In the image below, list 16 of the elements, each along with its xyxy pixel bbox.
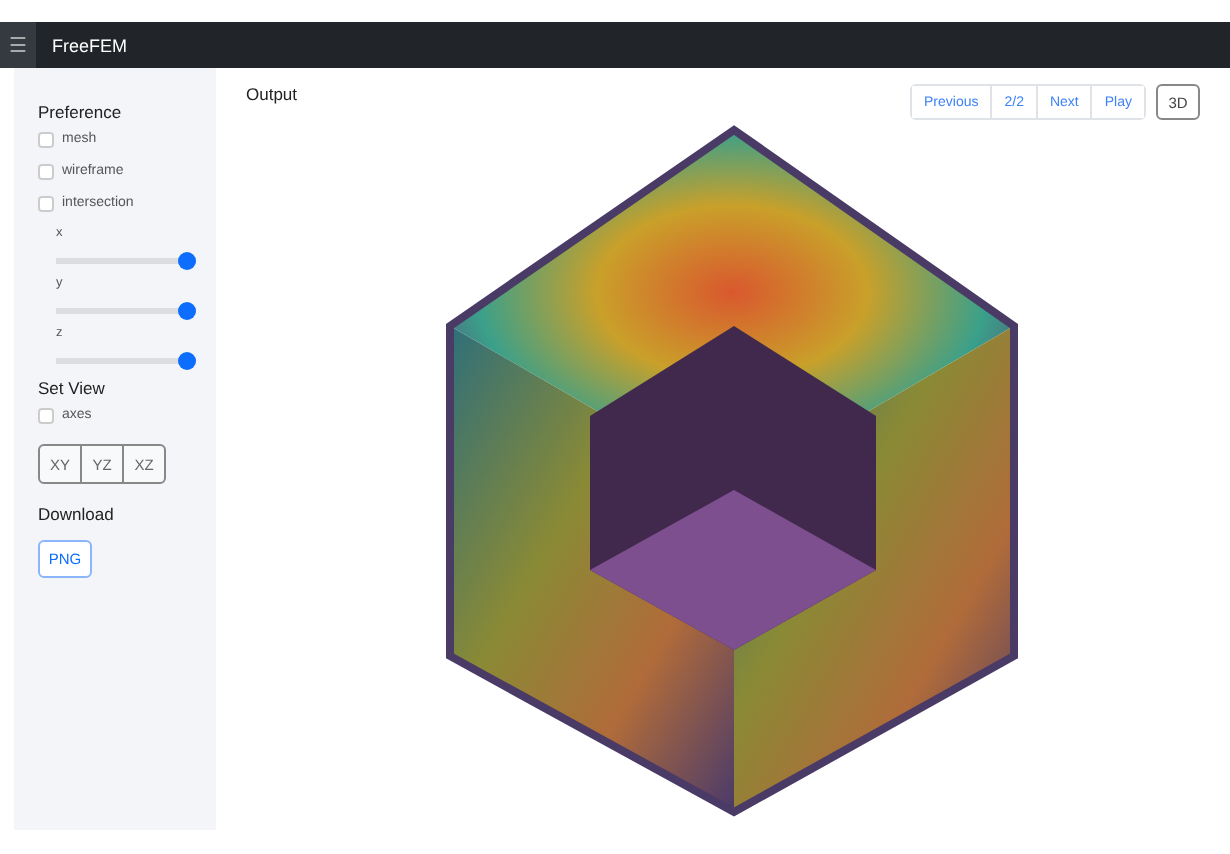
slider-thumb[interactable]: [178, 252, 196, 270]
slider[interactable]: [56, 302, 196, 320]
slider[interactable]: [56, 352, 196, 370]
slider-thumb[interactable]: [178, 352, 196, 370]
menu-button[interactable]: ☰: [0, 22, 36, 68]
checkbox[interactable]: [38, 195, 54, 211]
app-title: FreeFEM: [52, 35, 128, 55]
slider-thumb[interactable]: [178, 302, 196, 320]
slider[interactable]: [56, 252, 196, 270]
section-title: Set View: [38, 378, 107, 398]
section-title: Preference: [38, 102, 124, 122]
section-title: Download: [38, 504, 116, 524]
checkbox[interactable]: [38, 163, 54, 179]
output-title: Output: [246, 84, 298, 104]
checkbox[interactable]: [38, 407, 54, 423]
checkbox[interactable]: [38, 131, 54, 147]
